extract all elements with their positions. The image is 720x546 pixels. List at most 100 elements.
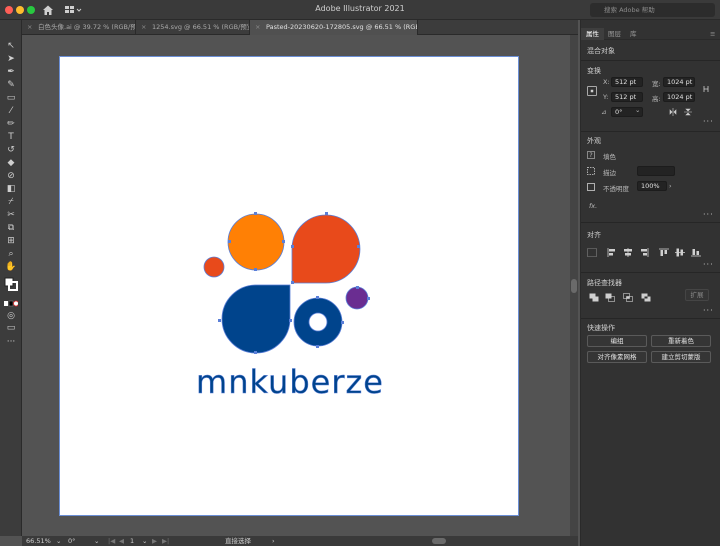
- drawing-mode-icon[interactable]: ◎: [4, 310, 18, 321]
- canvas-area[interactable]: mnkuberze: [22, 35, 570, 536]
- next-artboard-icon[interactable]: ▶: [152, 537, 157, 546]
- align-top-icon[interactable]: [659, 248, 669, 257]
- pencil-tool-icon[interactable]: ✏: [4, 118, 18, 129]
- tab-properties[interactable]: 属性: [581, 28, 604, 40]
- blend-tool-icon[interactable]: ✂: [4, 209, 18, 220]
- opacity-arrow-icon[interactable]: ›: [669, 182, 672, 190]
- previous-artboard-icon[interactable]: ◀: [119, 537, 124, 546]
- lasso-tool-icon[interactable]: ⊘: [4, 170, 18, 181]
- y-field[interactable]: 512 pt: [611, 92, 643, 102]
- zoom-level-field[interactable]: 66.51%: [26, 537, 51, 546]
- screen-mode-icon[interactable]: ▭: [4, 322, 18, 333]
- opacity-swatch-icon[interactable]: [587, 183, 595, 191]
- align-bottom-icon[interactable]: [691, 248, 701, 257]
- eyedropper-tool-icon[interactable]: ⌿: [4, 196, 18, 207]
- angle-dropdown-icon[interactable]: ⌄: [635, 106, 640, 114]
- minus-front-icon[interactable]: [605, 293, 615, 302]
- divider: [581, 222, 720, 223]
- divider: [581, 131, 720, 132]
- panel-tabs: 属性 图层 库 ≡: [581, 28, 720, 40]
- status-menu-icon[interactable]: ›: [272, 537, 275, 546]
- divider: [581, 60, 720, 61]
- tab-document-1[interactable]: × 白色头像.ai @ 39.72 % (RGB/预览): [22, 20, 136, 35]
- flip-vertical-icon[interactable]: [684, 108, 692, 116]
- document-tabs: × 白色头像.ai @ 39.72 % (RGB/预览) × 1254.svg @ …: [22, 20, 578, 35]
- zoom-dropdown-icon[interactable]: ⌄: [56, 537, 61, 546]
- close-tab-icon[interactable]: ×: [27, 20, 32, 35]
- curvature-tool-icon[interactable]: ✎: [4, 79, 18, 90]
- artboard-tool-icon[interactable]: ⊞: [4, 235, 18, 246]
- flip-horizontal-icon[interactable]: [669, 108, 677, 116]
- rotate-tool-icon[interactable]: ↺: [4, 144, 18, 155]
- tab-document-2[interactable]: × 1254.svg @ 66.51 % (RGB/预览): [136, 20, 250, 35]
- rectangle-tool-icon[interactable]: ▭: [4, 92, 18, 103]
- zoom-tool-icon[interactable]: ⌕: [4, 248, 18, 259]
- unite-icon[interactable]: [589, 293, 599, 302]
- width-label: 宽:: [652, 80, 661, 88]
- current-tool-label: 直接选择: [225, 537, 251, 545]
- logo-artwork[interactable]: mnkuberze: [60, 57, 520, 517]
- reference-point-icon[interactable]: [587, 86, 597, 96]
- type-tool-icon[interactable]: T: [4, 131, 18, 142]
- selection-tool-icon[interactable]: ↖: [4, 40, 18, 51]
- artboard-number-field[interactable]: 1: [130, 537, 134, 546]
- rotation-dropdown-icon[interactable]: ⌄: [94, 537, 99, 546]
- align-more-icon[interactable]: ···: [703, 260, 714, 269]
- last-artboard-icon[interactable]: ▶|: [162, 537, 169, 546]
- x-field[interactable]: 512 pt: [611, 77, 643, 87]
- more-tools-icon[interactable]: ···: [4, 336, 18, 347]
- divider: [581, 272, 720, 273]
- make-clipping-mask-button[interactable]: 建立剪切蒙版: [651, 351, 711, 363]
- gradient-tool-icon[interactable]: ◧: [4, 183, 18, 194]
- height-field[interactable]: 1024 pt: [663, 92, 695, 102]
- eraser-tool-icon[interactable]: ◆: [4, 157, 18, 168]
- recolor-button[interactable]: 重新着色: [651, 335, 711, 347]
- panel-menu-icon[interactable]: ≡: [705, 28, 720, 40]
- tab-document-3[interactable]: × Pasted-20230620-172805.svg @ 66.51 % (R…: [250, 20, 418, 35]
- scroll-thumb[interactable]: [571, 279, 577, 293]
- opacity-field[interactable]: 100%: [637, 181, 667, 191]
- shape-builder-tool-icon[interactable]: ⧉: [4, 222, 18, 233]
- tab-libraries[interactable]: 库: [625, 28, 642, 40]
- align-horizontal-center-icon[interactable]: [623, 248, 633, 257]
- constrain-proportions-icon[interactable]: [702, 85, 710, 93]
- vertical-scrollbar[interactable]: [570, 35, 578, 536]
- align-right-icon[interactable]: [639, 248, 649, 257]
- stroke-weight-field[interactable]: [637, 166, 675, 176]
- paintbrush-tool-icon[interactable]: ⁄: [4, 105, 18, 116]
- stroke-swatch-icon[interactable]: [587, 167, 595, 175]
- appearance-more-icon[interactable]: ···: [703, 210, 714, 219]
- direct-selection-tool-icon[interactable]: ➤: [4, 53, 18, 64]
- opacity-label: 不透明度: [603, 185, 629, 193]
- hand-tool-icon[interactable]: ✋: [4, 261, 18, 272]
- align-to-icon[interactable]: [587, 248, 597, 257]
- pen-tool-icon[interactable]: ✒: [4, 66, 18, 77]
- width-field[interactable]: 1024 pt: [663, 77, 695, 87]
- artboard-dropdown-icon[interactable]: ⌄: [142, 537, 147, 546]
- first-artboard-icon[interactable]: |◀: [108, 537, 115, 546]
- group-button[interactable]: 编组: [587, 335, 647, 347]
- fill-label: 填色: [603, 153, 616, 161]
- help-search-input[interactable]: 搜索 Adobe 帮助: [590, 3, 715, 17]
- horizontal-scroll-thumb[interactable]: [432, 538, 446, 544]
- tab-layers[interactable]: 图层: [603, 28, 626, 40]
- wordmark-text: mnkuberze: [196, 363, 384, 401]
- pathfinder-more-icon[interactable]: ···: [703, 306, 714, 315]
- intersect-icon[interactable]: [623, 293, 633, 302]
- color-mode-icon[interactable]: [4, 298, 18, 309]
- divider: [581, 318, 720, 319]
- align-pixel-grid-button[interactable]: 对齐像素网格: [587, 351, 647, 363]
- exclude-icon[interactable]: [641, 293, 651, 302]
- transform-more-icon[interactable]: ···: [703, 117, 714, 126]
- fill-help-icon[interactable]: ?: [587, 151, 595, 159]
- expand-button[interactable]: 扩展: [685, 289, 709, 301]
- close-tab-icon[interactable]: ×: [255, 20, 260, 35]
- close-tab-icon[interactable]: ×: [141, 20, 146, 35]
- artboard[interactable]: mnkuberze: [59, 56, 519, 516]
- align-vertical-center-icon[interactable]: [675, 248, 685, 257]
- effects-fx-icon[interactable]: fx.: [589, 202, 597, 210]
- align-left-icon[interactable]: [607, 248, 617, 257]
- quick-actions-title: 快速操作: [587, 324, 615, 332]
- rotation-field[interactable]: 0°: [68, 537, 75, 546]
- fill-stroke-swatch-icon[interactable]: [4, 276, 18, 294]
